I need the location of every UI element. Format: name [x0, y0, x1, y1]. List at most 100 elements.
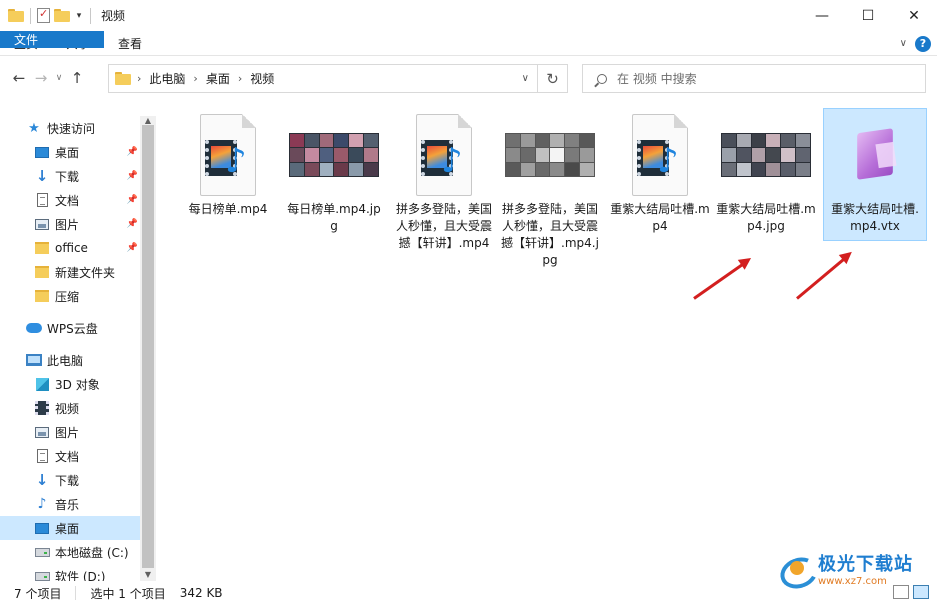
selection-size: 342 KB	[179, 586, 223, 600]
customize-toolbar-chevron-icon[interactable]: ▾	[74, 11, 84, 21]
file-item[interactable]: ♪ 拼多多登陆，美国人秒懂，且大受震撼【轩讲】.mp4	[392, 109, 496, 252]
sidebar-item-office[interactable]: office 📌	[0, 236, 140, 260]
sidebar-item-label: 3D 对象	[55, 377, 100, 392]
file-name: 每日榜单.mp4.jpg	[287, 202, 381, 233]
vtx-file-icon	[851, 127, 899, 183]
sidebar-item-quick-access[interactable]: ★ 快速访问	[0, 116, 140, 140]
sidebar-item-documents[interactable]: 文档 📌	[0, 188, 140, 212]
sidebar-item-pictures[interactable]: 图片 📌	[0, 212, 140, 236]
sidebar-item-music[interactable]: ♪ 音乐	[0, 492, 140, 516]
file-name: 拼多多登陆，美国人秒懂，且大受震撼【轩讲】.mp4	[395, 202, 492, 250]
sidebar-item-documents-pc[interactable]: 文档	[0, 444, 140, 468]
search-input[interactable]	[617, 71, 897, 86]
file-item-selected[interactable]: 重紫大结局吐槽.mp4.vtx	[823, 108, 927, 241]
desktop-icon	[34, 520, 50, 536]
scroll-up-icon[interactable]: ▲	[140, 116, 156, 126]
music-icon: ♪	[37, 496, 47, 512]
sidebar-item-label: 视频	[55, 401, 80, 416]
sidebar-item-label: 桌面	[55, 521, 80, 536]
toolbar-divider	[90, 7, 91, 24]
document-icon	[34, 192, 50, 208]
pin-icon: 📌	[126, 243, 138, 253]
close-button[interactable]: ✕	[891, 0, 937, 31]
pin-icon: 📌	[126, 219, 138, 229]
sidebar-item-label: WPS云盘	[47, 321, 98, 336]
recent-locations-chevron-icon[interactable]: ∨	[52, 67, 66, 89]
image-thumbnail	[505, 133, 595, 177]
ribbon-tabs: 文件 主页 共享 查看 ∨ ?	[0, 31, 937, 56]
sidebar-item-label: 图片	[55, 217, 80, 232]
file-item[interactable]: 重紫大结局吐槽.mp4.jpg	[714, 109, 818, 235]
help-icon[interactable]: ?	[915, 35, 931, 52]
video-file-icon: ♪	[628, 114, 692, 196]
sidebar-item-label: 快速访问	[47, 121, 96, 136]
sidebar-item-downloads-pc[interactable]: ↓ 下载	[0, 468, 140, 492]
refresh-button[interactable]: ↻	[538, 64, 568, 93]
sidebar-item-label: 图片	[55, 425, 80, 440]
pin-icon: 📌	[126, 171, 138, 181]
selection-count: 选中 1 个项目	[90, 586, 166, 601]
file-item[interactable]: ♪ 每日榜单.mp4	[176, 109, 280, 218]
sidebar-item-label: 下载	[55, 169, 80, 184]
folder-icon	[115, 72, 131, 85]
search-box[interactable]	[582, 64, 926, 93]
star-icon: ★	[28, 120, 40, 136]
maximize-button[interactable]: ☐	[845, 0, 891, 31]
sidebar-item-label: 文档	[55, 193, 80, 208]
file-item[interactable]: 每日榜单.mp4.jpg	[282, 109, 386, 235]
sidebar-item-downloads[interactable]: ↓ 下载 📌	[0, 164, 140, 188]
file-item[interactable]: 拼多多登陆，美国人秒懂，且大受震撼【轩讲】.mp4.jpg	[498, 109, 602, 269]
tab-file[interactable]: 文件	[0, 31, 104, 48]
sidebar-item-wps-cloud[interactable]: WPS云盘	[0, 316, 140, 340]
minimize-button[interactable]: —	[799, 0, 845, 31]
folder-icon	[34, 264, 50, 280]
sidebar-item-this-pc[interactable]: 此电脑	[0, 348, 140, 372]
video-file-icon: ♪	[412, 114, 476, 196]
disk-icon	[34, 544, 50, 560]
file-name: 重紫大结局吐槽.mp4.vtx	[831, 202, 919, 233]
scroll-down-icon[interactable]: ▼	[140, 570, 156, 580]
file-item[interactable]: ♪ 重紫大结局吐槽.mp4	[608, 109, 712, 235]
sidebar-item-label: 文档	[55, 449, 80, 464]
breadcrumb-videos[interactable]: 视频	[242, 70, 282, 87]
breadcrumb-this-pc[interactable]: 此电脑	[141, 70, 193, 87]
address-bar[interactable]: › 此电脑 › 桌面 › 视频 ∨	[108, 64, 538, 93]
forward-button[interactable]: →	[30, 67, 52, 89]
sidebar-item-compressed[interactable]: 压缩	[0, 284, 140, 308]
navigation-bar: ← → ∨ ↑ › 此电脑 › 桌面 › 视频 ∨ ↻	[0, 56, 937, 100]
sidebar-item-desktop[interactable]: 桌面 📌	[0, 140, 140, 164]
sidebar-item-desktop-pc[interactable]: 桌面	[0, 516, 140, 540]
sidebar-item-3d-objects[interactable]: 3D 对象	[0, 372, 140, 396]
new-folder-icon[interactable]	[54, 9, 70, 22]
sidebar-item-new-folder[interactable]: 新建文件夹	[0, 260, 140, 284]
back-button[interactable]: ←	[8, 67, 30, 89]
expand-ribbon-chevron-icon[interactable]: ∨	[900, 38, 907, 49]
folder-icon	[34, 240, 50, 256]
file-name: 拼多多登陆，美国人秒懂，且大受震撼【轩讲】.mp4.jpg	[501, 202, 599, 267]
sidebar-scrollbar-thumb[interactable]	[142, 125, 154, 568]
sidebar-item-videos[interactable]: 视频	[0, 396, 140, 420]
tab-view[interactable]: 查看	[104, 31, 156, 55]
breadcrumb-desktop[interactable]: 桌面	[198, 70, 238, 87]
up-button[interactable]: ↑	[66, 67, 88, 89]
picture-icon	[34, 216, 50, 232]
details-view-icon[interactable]	[893, 585, 909, 599]
address-history-chevron-icon[interactable]: ∨	[522, 73, 529, 84]
sidebar-item-pictures-pc[interactable]: 图片	[0, 420, 140, 444]
large-icons-view-icon[interactable]	[913, 585, 929, 599]
sidebar-item-label: 新建文件夹	[55, 265, 116, 280]
file-name: 重紫大结局吐槽.mp4	[610, 202, 710, 233]
sidebar-item-label: 压缩	[55, 289, 80, 304]
sidebar-item-label: 下载	[55, 473, 80, 488]
sidebar-item-label: 软件 (D:)	[55, 569, 106, 582]
search-icon	[597, 73, 607, 84]
sidebar-item-drive-d[interactable]: 软件 (D:)	[0, 564, 140, 581]
pin-icon: 📌	[126, 195, 138, 205]
folder-icon	[8, 9, 24, 22]
pin-icon: 📌	[126, 147, 138, 157]
image-thumbnail	[289, 133, 379, 177]
sidebar-item-drive-c[interactable]: 本地磁盘 (C:)	[0, 540, 140, 564]
picture-icon	[34, 424, 50, 440]
annotation-arrow-icon	[796, 253, 851, 300]
properties-icon[interactable]	[37, 7, 50, 23]
